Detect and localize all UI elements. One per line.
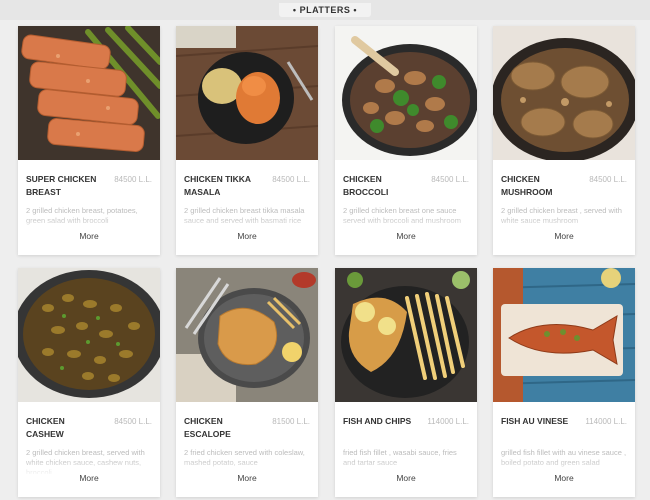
item-price: 84500 L.L. [114,417,152,426]
card-info: FISH AU VINESE 114000 L.L. grilled fish … [493,402,635,497]
card-info: CHICKEN TIKKA MASALA 84500 L.L. 2 grille… [176,160,318,255]
more-link[interactable]: More [176,231,318,241]
menu-card-fish-au-vinese[interactable]: FISH AU VINESE 114000 L.L. grilled fish … [493,268,635,497]
menu-card-chicken-cashew[interactable]: CHICKEN CASHEW 84500 L.L. 2 grilled chic… [18,268,160,497]
item-price: 81500 L.L. [272,417,310,426]
food-photo [493,268,635,402]
food-photo [176,268,318,402]
card-info: CHICKEN ESCALOPE 81500 L.L. 2 fried chic… [176,402,318,497]
more-link[interactable]: More [493,473,635,483]
item-name: FISH AU VINESE [501,416,569,426]
item-name: CHICKEN MUSHROOM [501,174,553,197]
item-name: CHICKEN CASHEW [26,416,65,439]
item-name: FISH AND CHIPS [343,416,412,426]
item-name: SUPER CHICKEN BREAST [26,174,97,197]
more-link[interactable]: More [176,473,318,483]
card-info: CHICKEN BROCCOLI 84500 L.L. 2 grilled ch… [335,160,477,255]
food-photo [176,26,318,160]
platters-grid: SUPER CHICKEN BREAST 84500 L.L. 2 grille… [0,0,650,500]
more-link[interactable]: More [493,231,635,241]
item-price: 84500 L.L. [431,175,469,184]
item-price: 114000 L.L. [585,417,627,426]
item-price: 84500 L.L. [114,175,152,184]
item-price: 84500 L.L. [272,175,310,184]
menu-card-super-chicken-breast[interactable]: SUPER CHICKEN BREAST 84500 L.L. 2 grille… [18,26,160,255]
menu-card-chicken-broccoli[interactable]: CHICKEN BROCCOLI 84500 L.L. 2 grilled ch… [335,26,477,255]
food-photo [18,26,160,160]
item-name: CHICKEN ESCALOPE [184,416,231,439]
food-photo [335,268,477,402]
menu-card-fish-and-chips[interactable]: FISH AND CHIPS 114000 L.L. fried fish fi… [335,268,477,497]
menu-card-chicken-mushroom[interactable]: CHICKEN MUSHROOM 84500 L.L. 2 grilled ch… [493,26,635,255]
item-price: 114000 L.L. [427,417,469,426]
menu-card-chicken-escalope[interactable]: CHICKEN ESCALOPE 81500 L.L. 2 fried chic… [176,268,318,497]
card-info: FISH AND CHIPS 114000 L.L. fried fish fi… [335,402,477,497]
food-photo [335,26,477,160]
more-link[interactable]: More [335,473,477,483]
card-info: CHICKEN CASHEW 84500 L.L. 2 grilled chic… [18,402,160,497]
card-info: CHICKEN MUSHROOM 84500 L.L. 2 grilled ch… [493,160,635,255]
item-name: CHICKEN TIKKA MASALA [184,174,251,197]
food-photo [18,268,160,402]
menu-card-chicken-tikka-masala[interactable]: CHICKEN TIKKA MASALA 84500 L.L. 2 grille… [176,26,318,255]
item-price: 84500 L.L. [589,175,627,184]
card-info: SUPER CHICKEN BREAST 84500 L.L. 2 grille… [18,160,160,255]
item-name: CHICKEN BROCCOLI [343,174,389,197]
more-link[interactable]: More [18,231,160,241]
more-link[interactable]: More [335,231,477,241]
food-photo [493,26,635,160]
more-link[interactable]: More [18,473,160,483]
